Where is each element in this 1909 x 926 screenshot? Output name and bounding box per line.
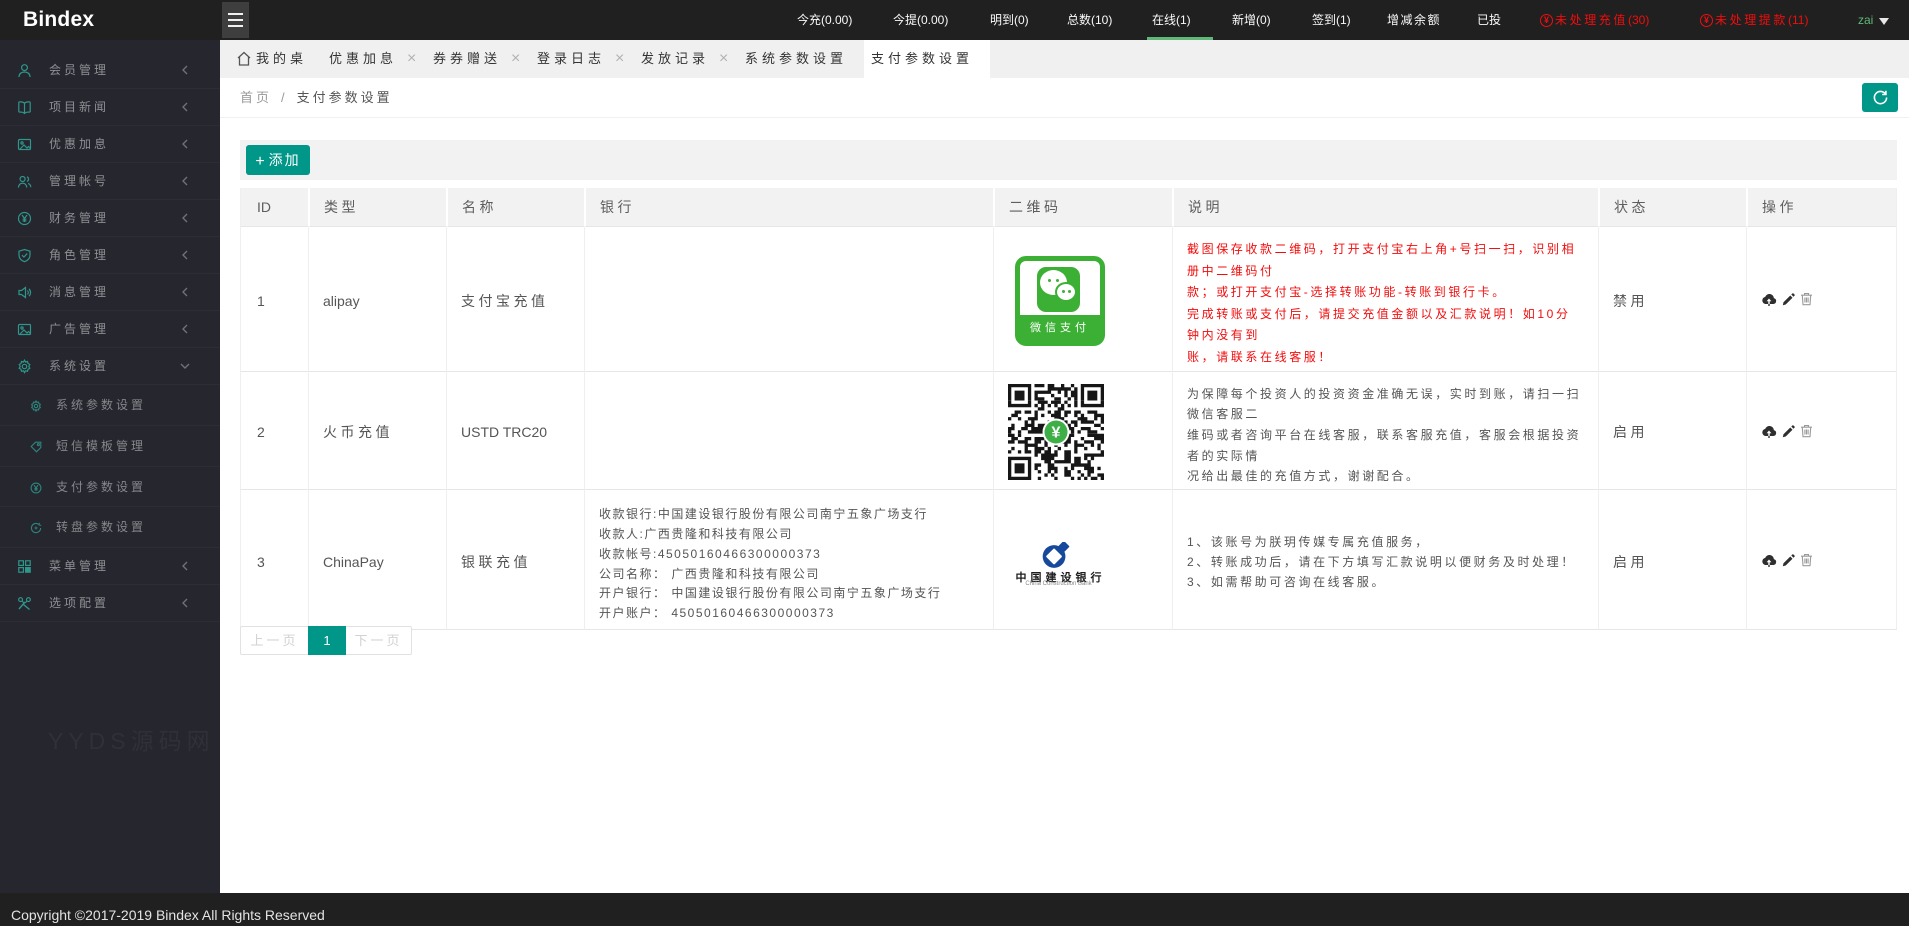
svg-text:¥: ¥ — [1052, 425, 1061, 442]
